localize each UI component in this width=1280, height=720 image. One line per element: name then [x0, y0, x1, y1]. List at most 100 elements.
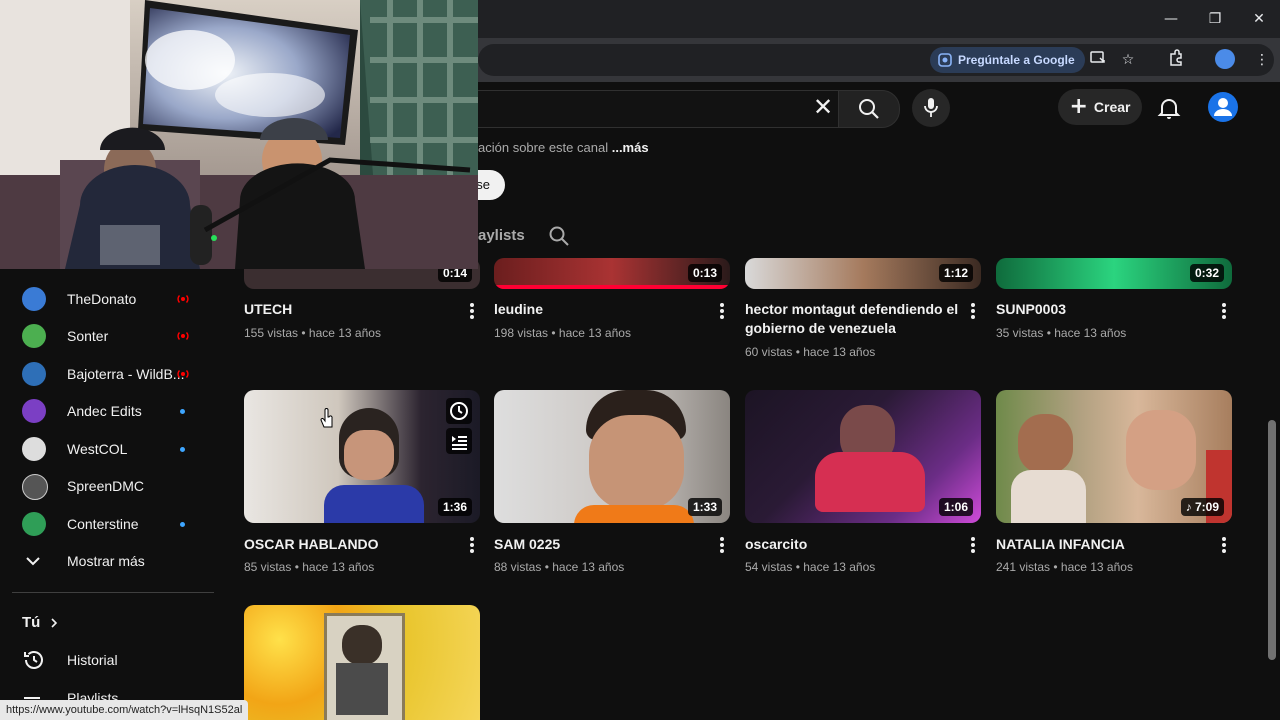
- add-to-queue-icon[interactable]: [446, 428, 472, 454]
- live-indicator-icon: [177, 295, 189, 303]
- voice-search-button[interactable]: [912, 89, 950, 127]
- search-button[interactable]: [838, 90, 900, 128]
- sidebar-item-you[interactable]: Tú: [0, 604, 214, 640]
- browser-menu-icon[interactable]: ⋮: [1251, 49, 1273, 71]
- video-menu-icon[interactable]: [719, 303, 725, 319]
- subscription-name: SpreenDMC: [67, 478, 145, 494]
- video-duration: 1:06: [938, 498, 973, 516]
- sidebar-divider: [12, 592, 214, 593]
- subscription-item[interactable]: SpreenDMC: [0, 468, 214, 504]
- channel-search-icon[interactable]: [548, 225, 570, 247]
- show-more-button[interactable]: Mostrar más: [0, 543, 214, 579]
- subscription-name: Sonter: [67, 328, 109, 344]
- video-thumbnail[interactable]: 1:06: [745, 390, 981, 523]
- thumbnail-outfit: [336, 663, 388, 715]
- sidebar-item-history[interactable]: Historial: [0, 642, 214, 678]
- playlists-icon: [24, 697, 40, 699]
- close-window-button[interactable]: ✕: [1248, 8, 1270, 30]
- thumbnail-shirt: [574, 505, 694, 523]
- video-duration: 1:12: [938, 264, 973, 282]
- thumbnail-face: [1018, 414, 1073, 474]
- notifications-bell-icon[interactable]: [1156, 95, 1182, 121]
- channel-avatar: [22, 399, 46, 423]
- video-menu-icon[interactable]: [1221, 303, 1227, 319]
- chevron-right-icon: [51, 618, 58, 628]
- video-menu-icon[interactable]: [1221, 537, 1227, 553]
- video-title[interactable]: leudine: [494, 300, 709, 319]
- video-thumbnail[interactable]: 1:12: [745, 258, 981, 289]
- video-thumbnail[interactable]: ♪ 7:09: [996, 390, 1232, 523]
- you-label: Tú: [22, 614, 41, 631]
- channel-description[interactable]: ación sobre este canal ...más: [478, 140, 649, 155]
- browser-profile-avatar[interactable]: [1215, 49, 1235, 69]
- video-title[interactable]: NATALIA INFANCIA: [996, 535, 1211, 554]
- install-app-icon[interactable]: [1087, 49, 1109, 71]
- thumbnail-shirt: [324, 485, 424, 523]
- thumbnail-face: [589, 415, 684, 510]
- video-title[interactable]: SUNP0003: [996, 300, 1211, 319]
- video-meta: 54 vistas • hace 13 años: [745, 560, 876, 574]
- video-thumbnail[interactable]: 0:32: [996, 258, 1232, 289]
- restore-window-button[interactable]: ❐: [1204, 8, 1226, 30]
- video-thumbnail[interactable]: [244, 605, 480, 720]
- subscription-item[interactable]: TheDonato: [0, 281, 214, 317]
- sidebar-item-playlists[interactable]: Playlists: [0, 680, 214, 700]
- video-meta: 35 vistas • hace 13 años: [996, 326, 1127, 340]
- show-more-label: Mostrar más: [67, 553, 145, 569]
- create-button[interactable]: + Crear: [1058, 89, 1142, 125]
- video-title[interactable]: SAM 0225: [494, 535, 709, 554]
- video-menu-icon[interactable]: [469, 303, 475, 319]
- video-meta: 241 vistas • hace 13 años: [996, 560, 1133, 574]
- video-title[interactable]: hector montagut defendiendo el gobierno …: [745, 300, 960, 338]
- subscription-name: Conterstine: [67, 516, 139, 532]
- channel-avatar: [22, 324, 46, 348]
- channel-description-text: ación sobre este canal: [478, 140, 609, 155]
- video-menu-icon[interactable]: [719, 537, 725, 553]
- video-meta: 60 vistas • hace 13 años: [745, 345, 876, 359]
- subscription-name: Andec Edits: [67, 403, 142, 419]
- tab-playlists[interactable]: aylists: [478, 227, 525, 244]
- subscription-name: WestCOL: [67, 441, 128, 457]
- channel-avatar: [22, 474, 48, 500]
- account-avatar[interactable]: [1208, 92, 1238, 122]
- thumbnail-face: [344, 430, 394, 480]
- thumbnail-face: [342, 625, 382, 665]
- video-menu-icon[interactable]: [970, 303, 976, 319]
- subscription-item[interactable]: Andec Edits: [0, 393, 214, 429]
- watch-later-icon[interactable]: [446, 398, 472, 424]
- ask-google-button[interactable]: Pregúntale a Google: [930, 47, 1085, 73]
- create-label: Crear: [1093, 99, 1131, 115]
- history-icon: [24, 651, 43, 669]
- more-link[interactable]: ...más: [612, 140, 649, 155]
- subscription-name: Bajoterra - WildB...: [67, 366, 185, 382]
- address-bar[interactable]: [478, 44, 1274, 76]
- new-content-dot: [180, 522, 185, 527]
- subscription-item[interactable]: Sonter: [0, 318, 214, 354]
- bookmark-star-icon[interactable]: ☆: [1117, 49, 1139, 71]
- thumbnail-baby: [1126, 410, 1196, 490]
- clear-search-icon[interactable]: ✕: [810, 94, 836, 120]
- history-label: Historial: [67, 652, 118, 668]
- video-thumbnail[interactable]: 1:36: [244, 390, 480, 523]
- lens-icon: [938, 53, 952, 67]
- minimize-window-button[interactable]: —: [1160, 8, 1182, 30]
- video-menu-icon[interactable]: [970, 537, 976, 553]
- video-title[interactable]: UTECH: [244, 300, 459, 319]
- video-thumbnail[interactable]: 1:33: [494, 390, 730, 523]
- video-thumbnail[interactable]: 0:13: [494, 258, 730, 289]
- channel-avatar: [22, 362, 46, 386]
- video-menu-icon[interactable]: [469, 537, 475, 553]
- webcam-scene: [0, 0, 478, 269]
- subscription-item[interactable]: Conterstine: [0, 506, 214, 542]
- extensions-icon[interactable]: [1165, 49, 1187, 71]
- subscription-item[interactable]: WestCOL: [0, 431, 214, 467]
- live-indicator-icon: [177, 332, 189, 340]
- playlists-label: Playlists: [67, 690, 119, 700]
- subscription-item[interactable]: Bajoterra - WildB...: [0, 356, 214, 392]
- video-duration: 0:32: [1189, 264, 1224, 282]
- video-title[interactable]: oscarcito: [745, 535, 960, 554]
- page-scrollbar[interactable]: [1268, 420, 1276, 660]
- channel-avatar: [22, 437, 46, 461]
- webcam-overlay: [0, 0, 478, 269]
- video-title[interactable]: OSCAR HABLANDO: [244, 535, 459, 554]
